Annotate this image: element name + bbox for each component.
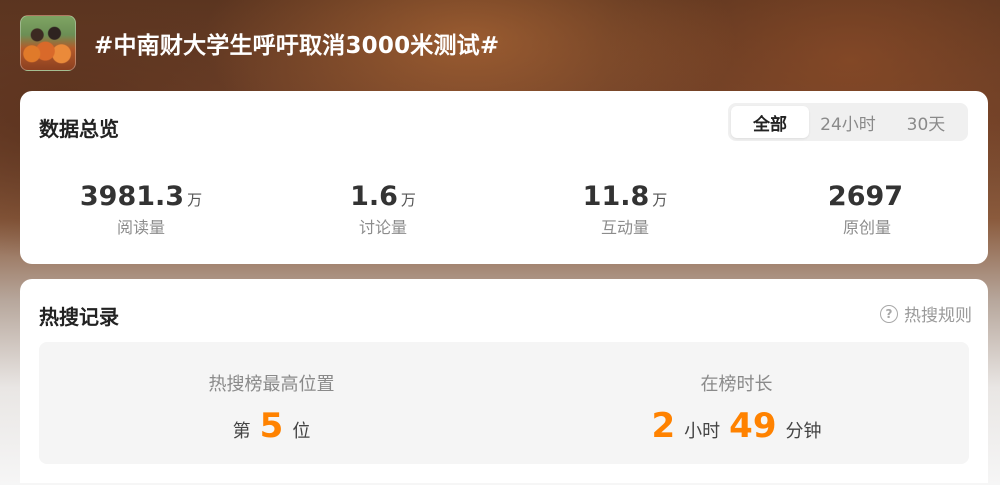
highest-position-block: 热搜榜最高位置 第 5 位	[39, 342, 504, 464]
duration-hours: 2	[651, 406, 676, 446]
stat-value: 3981.3	[79, 181, 185, 212]
stats-row: 3981.3 万 阅读量 1.6 万 讨论量 11.8 万 互动量 2697 原	[20, 181, 988, 238]
stat-originals: 2697 原创量	[746, 181, 988, 238]
topic-header: #中南财大学生呼吁取消3000米测试#	[20, 14, 499, 72]
duration-label: 在榜时长	[700, 374, 773, 395]
stat-unit: 万	[652, 191, 668, 209]
highest-position-label: 热搜榜最高位置	[208, 374, 335, 395]
overview-title: 数据总览	[39, 117, 119, 141]
topic-thumbnail[interactable]	[20, 15, 76, 71]
stat-value: 11.8	[582, 181, 650, 212]
stat-value: 1.6	[350, 181, 398, 212]
stat-interactions: 11.8 万 互动量	[504, 181, 746, 238]
data-overview-card: 数据总览 全部 24小时 30天 3981.3 万 阅读量 1.6 万 讨论量 …	[20, 91, 988, 264]
tab-24h[interactable]: 24小时	[809, 106, 887, 138]
stat-label: 原创量	[842, 218, 891, 237]
stat-label: 阅读量	[116, 218, 165, 237]
tab-all[interactable]: 全部	[731, 106, 809, 138]
stat-unit: 万	[400, 191, 416, 209]
topic-title: #中南财大学生呼吁取消3000米测试#	[94, 33, 500, 59]
position-value: 5	[259, 406, 284, 446]
duration-hours-unit: 小时	[684, 421, 721, 442]
hot-search-title: 热搜记录	[39, 305, 119, 329]
stat-value: 2697	[827, 181, 904, 212]
duration-minutes-unit: 分钟	[785, 421, 822, 442]
stat-reads: 3981.3 万 阅读量	[20, 181, 262, 238]
tab-30d[interactable]: 30天	[887, 106, 965, 138]
duration-block: 在榜时长 2 小时 49 分钟	[504, 342, 969, 464]
time-range-tabs: 全部 24小时 30天	[728, 103, 968, 141]
stat-discussions: 1.6 万 讨论量	[262, 181, 504, 238]
hot-search-rules-link[interactable]: ? 热搜规则	[880, 301, 972, 326]
duration-minutes: 49	[729, 406, 777, 446]
position-prefix: 第	[232, 421, 251, 442]
hot-search-card: 热搜记录 ? 热搜规则 热搜榜最高位置 第 5 位 在榜时长 2 小时 49 分…	[20, 279, 988, 483]
stat-label: 讨论量	[358, 218, 407, 237]
stat-unit: 万	[187, 191, 203, 209]
position-suffix: 位	[292, 421, 311, 442]
rules-label: 热搜规则	[904, 306, 972, 326]
question-icon: ?	[880, 304, 898, 323]
hot-search-stats: 热搜榜最高位置 第 5 位 在榜时长 2 小时 49 分钟	[39, 342, 969, 464]
stat-label: 互动量	[600, 218, 649, 237]
